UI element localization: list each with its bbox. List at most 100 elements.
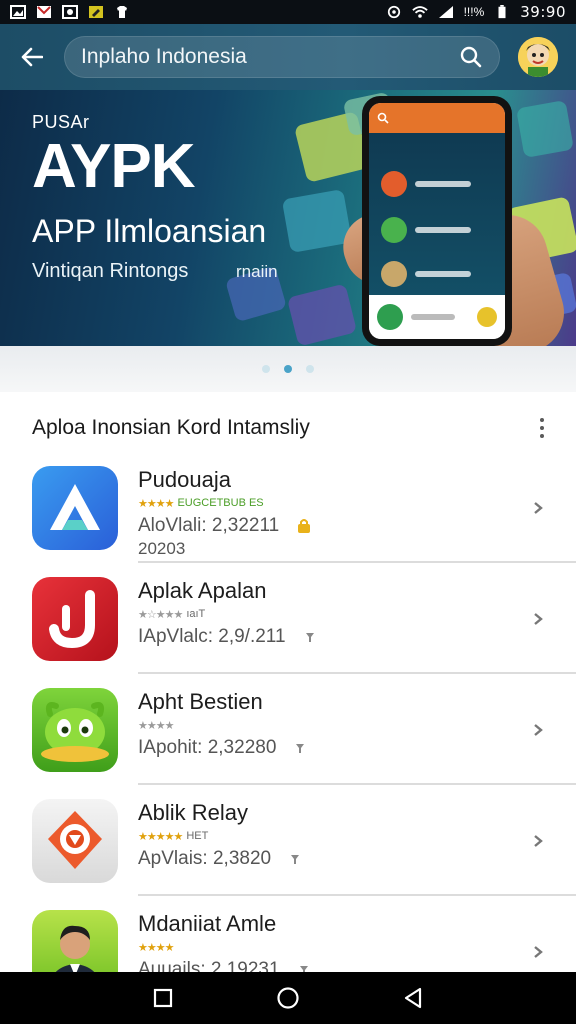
list-item[interactable]: Apht Bestien ★★★★ IApohit: 2,32280 [0,674,576,785]
app-rating: ★★★★ EUGCETBUB ES [138,497,264,510]
app-info: Aplak Apalan ★☆★★★ ıaıT IApVlalc: 2,9/.2… [138,574,518,664]
app-downloads: ApVlais: 2,3820 [138,847,272,869]
open-app-button[interactable] [518,599,558,639]
section-title: Aploa Inonsian Kord Intamsliy [32,416,310,439]
app-name: Ablik Relay [138,799,249,825]
carousel-indicator [0,346,576,392]
app-meta: IApVlalc: 2,9/.211 [138,626,316,648]
chevron-right-icon [534,612,543,625]
app-rating: ★☆★★★ ıaıT [138,608,205,621]
app-icon [32,576,118,661]
chevron-right-icon [534,501,543,514]
list-item[interactable]: Aplak Apalan ★☆★★★ ıaıT IApVlalc: 2,9/.2… [0,563,576,674]
floating-app-tile [281,189,353,253]
floating-app-tile [516,100,574,158]
app-info: Pudouaja ★★★★ EUGCETBUB ES AloVlali: 2,3… [138,463,518,558]
triangle-back-icon [405,987,422,1009]
nav-back-button[interactable] [387,976,439,1020]
search-input[interactable]: Inplaho Indonesia [81,45,455,69]
search-button[interactable] [455,41,487,73]
section-header: Aploa Inonsian Kord Intamsliy [0,408,576,448]
app-meta: IApohit: 2,32280 [138,737,306,759]
app-downloads: IApohit: 2,32280 [138,736,277,758]
app-icon [32,798,118,883]
banner-tagline: Vintiqan Rintongs [32,260,189,282]
square-icon [153,988,172,1008]
pin-icon [291,854,300,864]
system-nav-bar [0,972,576,1024]
open-app-button[interactable] [518,932,558,972]
lock-badge-icon [298,518,311,533]
banner-kicker: PUSAr [32,112,90,132]
more-vert-icon [540,418,544,422]
recents-button[interactable] [137,976,189,1020]
back-button[interactable] [0,24,64,90]
app-meta: ApVlais: 2,3820 [138,848,301,870]
app-icon [32,687,118,772]
phone-list-item [381,171,471,197]
open-app-button[interactable] [518,488,558,528]
list-item[interactable]: Mdaniiat Amle ★★★★ Auuails: 2,19231 [0,896,576,972]
app-icon [32,465,118,550]
phone-list-item [381,261,471,287]
notification-icons [10,5,130,19]
pin-icon [296,743,305,753]
star-rating: ★★★★★ [138,830,183,843]
star-rating: ★☆★★★ [138,608,183,621]
chevron-right-icon [534,945,543,958]
wifi-icon [411,6,428,18]
app-name: Mdaniiat Amle [138,910,277,936]
app-info: Apht Bestien ★★★★ IApohit: 2,32280 [138,685,518,775]
app-list: Pudouaja ★★★★ EUGCETBUB ES AloVlali: 2,3… [0,452,576,972]
star-rating: ★★★★ [138,719,174,732]
carousel-dot[interactable] [306,365,314,373]
delta-icon [50,483,100,530]
banner-tagline-extra: rnaiin [236,262,278,281]
open-app-button[interactable] [518,710,558,750]
photo-icon [62,5,78,19]
carousel-dot[interactable] [262,365,270,373]
banner-title: AYPK [32,132,196,201]
list-item[interactable]: Pudouaja ★★★★ EUGCETBUB ES AloVlali: 2,3… [0,452,576,563]
search-field[interactable]: Inplaho Indonesia [64,36,500,78]
app-name: Pudouaja [138,466,231,492]
app-downloads: Auuails: 2,19231 [138,958,280,973]
open-app-button[interactable] [518,821,558,861]
banner-subtitle: APP Ilmloansian [32,213,267,249]
app-downloads: AloVlali: 2,32211 [138,514,280,536]
search-icon [377,112,389,124]
home-button[interactable] [262,976,314,1020]
circle-icon [277,987,299,1009]
arrow-back-icon [21,47,43,67]
portrait-icon [55,925,95,972]
chevron-right-icon [534,723,543,736]
profile-button[interactable] [500,24,576,90]
app-info: Mdaniiat Amle ★★★★ Auuails: 2,19231 [138,907,518,973]
app-meta: AloVlali: 2,32211 [138,515,311,537]
floating-app-tile [286,283,358,346]
sync-icon [387,5,400,19]
battery-icon [498,5,506,19]
carousel-dot-active[interactable] [284,365,292,373]
gallery-icon [10,5,26,19]
app-rating: ★★★★★ HET [138,830,208,843]
app-rating: ★★★★ [138,719,174,732]
phone-screen [369,103,505,339]
list-item[interactable]: Ablik Relay ★★★★★ HET ApVlais: 2,3820 [0,785,576,896]
more-options-button[interactable] [530,412,554,444]
app-year: 20203 [138,538,186,558]
system-icons: !!!% 39:90 [386,3,566,21]
shirt-icon [117,6,127,18]
gmail-icon [37,6,51,18]
avatar [518,37,558,77]
edit-icon [89,6,103,18]
promo-banner[interactable]: PUSAr AYPK APP Ilmloansian Vintiqan Rint… [0,90,576,346]
app-meta: Auuails: 2,19231 [138,958,310,973]
app-rating: ★★★★ [138,941,174,954]
rating-count: HET [186,830,209,842]
signal-icon [438,6,453,18]
chevron-right-icon [534,834,543,847]
pin-icon [305,632,314,642]
phone-list-item [381,217,471,243]
rating-count: EUGCETBUB ES [177,497,264,509]
